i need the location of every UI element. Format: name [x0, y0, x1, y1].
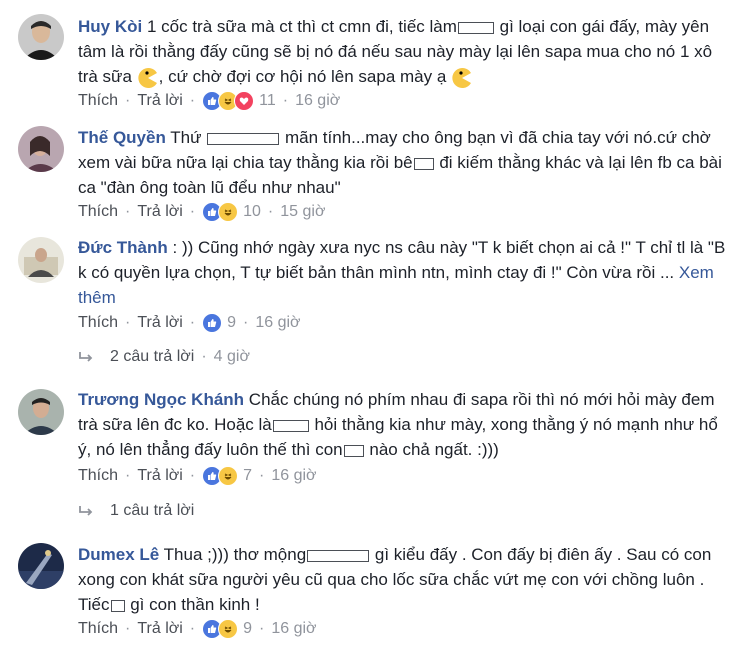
pacman-emoji-icon — [137, 67, 157, 88]
timestamp[interactable]: 16 giờ — [295, 92, 340, 110]
reaction-count[interactable]: 9 — [227, 314, 236, 332]
comment-text: Trương Ngọc Khánh Chắc chúng nó phím nha… — [78, 387, 735, 462]
comment-text: Đức Thành : )) Cũng nhớ ngày xưa nyc ns … — [78, 235, 735, 310]
comment-text-part: , cứ chờ đợi cơ hội nó lên sapa mày ạ — [158, 67, 452, 86]
view-replies-link[interactable]: 1 câu trả lời — [78, 502, 194, 520]
comment-author[interactable]: Đức Thành — [78, 238, 168, 257]
haha-reaction-icon — [218, 619, 239, 639]
comment-author[interactable]: Trương Ngọc Khánh — [78, 390, 244, 409]
pacman-emoji-icon — [452, 67, 472, 88]
comment-author[interactable]: Huy Kòi — [78, 17, 142, 36]
censored-box — [307, 549, 370, 562]
reaction-count[interactable]: 10 — [243, 203, 261, 221]
replies-count[interactable]: 2 câu trả lời — [110, 348, 194, 366]
comment-text-part: 1 cốc trà sữa mà ct thì ct cmn đi, tiếc … — [146, 17, 457, 36]
like-link[interactable]: Thích — [78, 314, 118, 332]
comment-author[interactable]: Dumex Lê — [78, 545, 159, 564]
like-link[interactable]: Thích — [78, 467, 118, 485]
view-replies-link[interactable]: 2 câu trả lời · 4 giờ — [78, 348, 250, 366]
censored-box — [413, 157, 434, 170]
reply-link[interactable]: Trả lời — [137, 314, 182, 332]
timestamp[interactable]: 16 giờ — [271, 467, 316, 485]
replies-count[interactable]: 1 câu trả lời — [110, 502, 194, 520]
censored-box — [457, 21, 494, 34]
reaction-count[interactable]: 7 — [243, 467, 252, 485]
reaction-icons[interactable] — [202, 619, 239, 639]
comment-text-part: gì con thần kinh ! — [125, 595, 260, 614]
avatar[interactable] — [18, 126, 64, 172]
reply-arrow-icon — [79, 352, 93, 362]
comment-text-part: Thua ;))) thơ mộng — [163, 545, 307, 564]
avatar[interactable] — [18, 389, 64, 435]
avatar[interactable] — [18, 237, 64, 283]
like-reaction-icon — [202, 313, 223, 333]
reaction-icons[interactable] — [202, 202, 239, 222]
reaction-icons[interactable] — [202, 313, 223, 333]
like-link[interactable]: Thích — [78, 92, 118, 110]
comment-text-part: nào chả ngất. :))) — [364, 440, 499, 459]
comment-actions: Thích · Trả lời · 7 · 16 giờ — [78, 466, 317, 486]
reaction-icons[interactable] — [202, 91, 255, 111]
avatar[interactable] — [18, 14, 64, 60]
avatar[interactable] — [18, 543, 64, 589]
comment-text: Thế Quyền Thứ mãn tính...may cho ông bạn… — [78, 125, 735, 200]
comment-actions: Thích · Trả lời · 11 · 16 giờ — [78, 91, 341, 111]
reply-link[interactable]: Trả lời — [137, 620, 182, 638]
reply-link[interactable]: Trả lời — [137, 203, 182, 221]
timestamp[interactable]: 15 giờ — [280, 203, 325, 221]
reply-link[interactable]: Trả lời — [137, 92, 182, 110]
censored-box — [343, 444, 364, 457]
comment-actions: Thích · Trả lời · 9 · 16 giờ — [78, 313, 301, 333]
haha-reaction-icon — [218, 202, 239, 222]
reply-arrow-icon — [79, 506, 93, 516]
reaction-icons[interactable] — [202, 466, 239, 486]
censored-box — [110, 599, 125, 612]
timestamp[interactable]: 16 giờ — [271, 620, 316, 638]
love-reaction-icon — [234, 91, 255, 111]
censored-box — [207, 132, 280, 145]
comment-actions: Thích · Trả lời · 9 · 16 giờ — [78, 619, 317, 639]
reaction-count[interactable]: 11 — [259, 92, 276, 110]
comment-actions: Thích · Trả lời · 10 · 15 giờ — [78, 202, 326, 222]
comment-text-part: : )) Cũng nhớ ngày xưa nyc ns câu này "T… — [78, 238, 726, 282]
like-link[interactable]: Thích — [78, 203, 118, 221]
comment-text: Dumex Lê Thua ;))) thơ mộng gì kiểu đấy … — [78, 542, 735, 617]
reaction-count[interactable]: 9 — [243, 620, 252, 638]
like-link[interactable]: Thích — [78, 620, 118, 638]
comment-author[interactable]: Thế Quyền — [78, 128, 166, 147]
replies-time: 4 giờ — [213, 348, 250, 365]
comment-text: Huy Kòi 1 cốc trà sữa mà ct thì ct cmn đ… — [78, 14, 735, 89]
reply-link[interactable]: Trả lời — [137, 467, 182, 485]
censored-box — [272, 419, 309, 432]
comment-text-part: Thứ — [170, 128, 207, 147]
haha-reaction-icon — [218, 466, 239, 486]
timestamp[interactable]: 16 giờ — [255, 314, 300, 332]
